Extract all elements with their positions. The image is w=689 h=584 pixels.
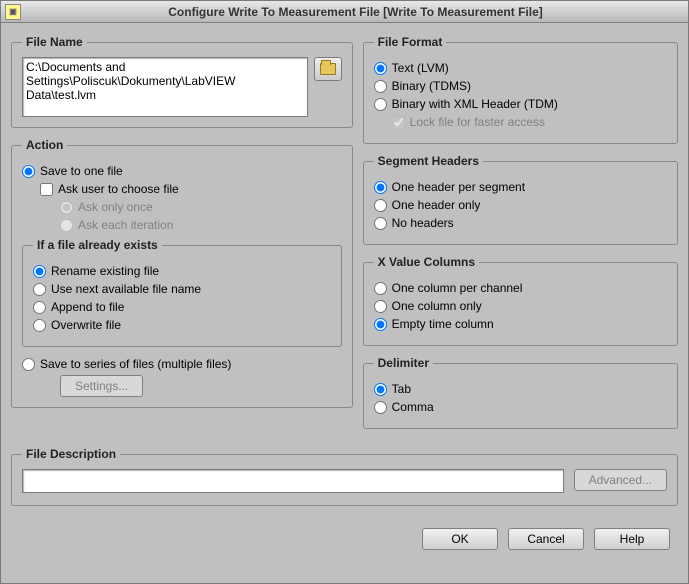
one-col-only-label: One column only — [392, 299, 482, 313]
text-lvm-radio[interactable] — [374, 62, 387, 75]
settings-button: Settings... — [60, 375, 143, 397]
ask-only-once-radio — [60, 201, 73, 214]
one-header-only-label: One header only — [392, 198, 481, 212]
tab-label: Tab — [392, 382, 411, 396]
file-description-group: File Description Advanced... — [11, 447, 678, 506]
ok-button[interactable]: OK — [422, 528, 498, 550]
file-description-input[interactable] — [22, 469, 564, 493]
tab-radio[interactable] — [374, 383, 387, 396]
ask-each-iter-label: Ask each iteration — [78, 218, 173, 232]
overwrite-file-label: Overwrite file — [51, 318, 121, 332]
ask-user-label: Ask user to choose file — [58, 182, 179, 196]
ask-each-iter-radio — [60, 219, 73, 232]
one-col-per-channel-label: One column per channel — [392, 281, 523, 295]
left-column: File Name Action Save to one file Ask us… — [11, 31, 353, 439]
save-to-series-label: Save to series of files (multiple files) — [40, 357, 231, 371]
one-col-only-radio[interactable] — [374, 300, 387, 313]
titlebar: ▣ Configure Write To Measurement File [W… — [1, 1, 688, 23]
empty-time-col-label: Empty time column — [392, 317, 494, 331]
binary-xml-tdm-radio[interactable] — [374, 98, 387, 111]
advanced-button: Advanced... — [574, 469, 667, 491]
one-col-per-channel-radio[interactable] — [374, 282, 387, 295]
segment-headers-group: Segment Headers One header per segment O… — [363, 154, 678, 245]
if-exists-group: If a file already exists Rename existing… — [22, 238, 342, 347]
dialog-footer: OK Cancel Help — [1, 516, 688, 564]
lock-file-checkbox — [392, 116, 405, 129]
one-header-per-segment-label: One header per segment — [392, 180, 525, 194]
overwrite-file-radio[interactable] — [33, 319, 46, 332]
action-group: Action Save to one file Ask user to choo… — [11, 138, 353, 408]
browse-button[interactable] — [314, 57, 342, 81]
file-description-legend: File Description — [22, 447, 120, 461]
ask-only-once-label: Ask only once — [78, 200, 153, 214]
no-headers-radio[interactable] — [374, 217, 387, 230]
file-format-legend: File Format — [374, 35, 447, 49]
append-to-file-radio[interactable] — [33, 301, 46, 314]
file-name-legend: File Name — [22, 35, 87, 49]
empty-time-col-radio[interactable] — [374, 318, 387, 331]
action-legend: Action — [22, 138, 67, 152]
x-value-columns-legend: X Value Columns — [374, 255, 479, 269]
text-lvm-label: Text (LVM) — [392, 61, 449, 75]
binary-xml-tdm-label: Binary with XML Header (TDM) — [392, 97, 558, 111]
delimiter-legend: Delimiter — [374, 356, 433, 370]
binary-tdms-label: Binary (TDMS) — [392, 79, 471, 93]
folder-icon — [320, 63, 336, 75]
segment-headers-legend: Segment Headers — [374, 154, 483, 168]
append-to-file-label: Append to file — [51, 300, 124, 314]
use-next-avail-radio[interactable] — [33, 283, 46, 296]
binary-tdms-radio[interactable] — [374, 80, 387, 93]
save-to-series-radio[interactable] — [22, 358, 35, 371]
comma-label: Comma — [392, 400, 434, 414]
right-column: File Format Text (LVM) Binary (TDMS) Bin… — [363, 31, 678, 439]
file-path-input[interactable] — [22, 57, 308, 117]
ask-user-checkbox[interactable] — [40, 183, 53, 196]
save-to-one-radio[interactable] — [22, 165, 35, 178]
save-to-one-label: Save to one file — [40, 164, 123, 178]
rename-existing-radio[interactable] — [33, 265, 46, 278]
app-icon: ▣ — [5, 4, 21, 20]
use-next-avail-label: Use next available file name — [51, 282, 201, 296]
file-name-group: File Name — [11, 35, 353, 128]
help-button[interactable]: Help — [594, 528, 670, 550]
if-exists-legend: If a file already exists — [33, 238, 162, 252]
window-title: Configure Write To Measurement File [Wri… — [27, 5, 684, 19]
cancel-button[interactable]: Cancel — [508, 528, 584, 550]
lock-file-label: Lock file for faster access — [410, 115, 545, 129]
delimiter-group: Delimiter Tab Comma — [363, 356, 678, 429]
comma-radio[interactable] — [374, 401, 387, 414]
dialog-window: ▣ Configure Write To Measurement File [W… — [0, 0, 689, 584]
one-header-per-segment-radio[interactable] — [374, 181, 387, 194]
rename-existing-label: Rename existing file — [51, 264, 159, 278]
one-header-only-radio[interactable] — [374, 199, 387, 212]
no-headers-label: No headers — [392, 216, 454, 230]
x-value-columns-group: X Value Columns One column per channel O… — [363, 255, 678, 346]
content-area: File Name Action Save to one file Ask us… — [1, 23, 688, 439]
file-format-group: File Format Text (LVM) Binary (TDMS) Bin… — [363, 35, 678, 144]
